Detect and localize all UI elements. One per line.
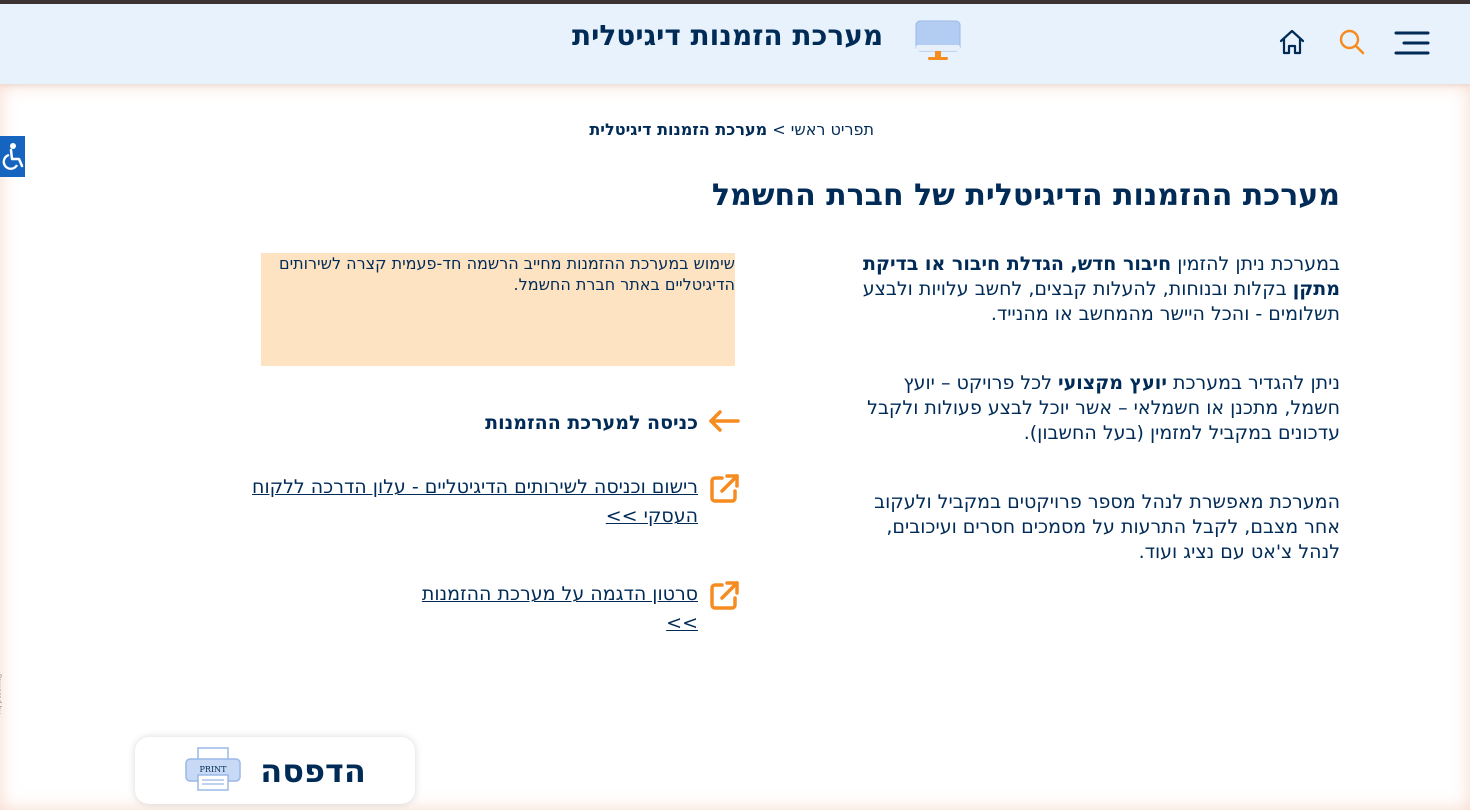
header-title: מערכת הזמנות דיגיטלית <box>572 19 884 52</box>
print-button[interactable]: הדפסה PRINT <box>135 737 415 804</box>
breadcrumb-current: מערכת הזמנות דיגיטלית <box>589 120 768 139</box>
video-link[interactable]: סרטון הדגמה על מערכת ההזמנות >> <box>390 580 740 638</box>
intro-paragraph-3: המערכת מאפשרת לנהל מספר פרויקטים במקביל … <box>874 491 1340 563</box>
wheelchair-icon <box>2 142 23 170</box>
page-title: מערכת ההזמנות הדיגיטלית של חברת החשמל <box>711 178 1340 214</box>
external-link-icon <box>708 473 740 509</box>
enter-system-label[interactable]: כניסה למערכת ההזמנות <box>485 412 698 434</box>
external-link-icon <box>708 580 740 616</box>
registration-notice: שימוש במערכת ההזמנות מחייב הרשמה חד-פעמי… <box>261 253 735 366</box>
intro-paragraph-2: ניתן להגדיר במערכת יועץ מקצועי לכל פרויק… <box>855 371 1340 446</box>
guide-link[interactable]: רישום וכניסה לשירותים הדיגיטליים - עלון … <box>220 473 740 531</box>
intro-paragraph-1: במערכת ניתן להזמין חיבור חדש, הגדלת חיבו… <box>855 252 1340 327</box>
menu-icon[interactable] <box>1394 30 1430 60</box>
intro-p2-text-a: ניתן להגדיר במערכת <box>1166 372 1340 394</box>
enter-system-link[interactable]: כניסה למערכת ההזמנות <box>400 403 740 443</box>
home-icon[interactable] <box>1278 28 1306 60</box>
monitor-icon <box>915 20 961 66</box>
accessibility-button[interactable] <box>0 136 25 177</box>
breadcrumb-separator: > <box>772 120 786 139</box>
intro-p1-text-a: במערכת ניתן להזמין <box>1171 253 1340 275</box>
arrow-left-icon <box>708 410 740 436</box>
intro-p2-bold: יועץ מקצועי <box>1058 372 1167 394</box>
intro-p1-text-c: בקלות ובנוחות, להעלות קבצים, לחשב עלויות… <box>862 278 1340 325</box>
printer-icon: PRINT <box>184 746 242 795</box>
print-label: הדפסה <box>260 751 366 790</box>
video-link-label[interactable]: סרטון הדגמה על מערכת ההזמנות >> <box>390 580 698 638</box>
print-icon-text: PRINT <box>200 765 228 774</box>
guide-link-label[interactable]: רישום וכניסה לשירותים הדיגיטליים - עלון … <box>233 473 698 531</box>
powered-by-text: Powered by <box>0 673 3 715</box>
intro-column: במערכת ניתן להזמין חיבור חדש, הגדלת חיבו… <box>855 252 1340 609</box>
search-icon[interactable] <box>1338 28 1366 60</box>
breadcrumb: תפריט ראשי > מערכת הזמנות דיגיטלית <box>400 120 874 139</box>
site-header: מערכת הזמנות דיגיטלית <box>0 4 1470 84</box>
breadcrumb-home[interactable]: תפריט ראשי <box>791 120 874 139</box>
